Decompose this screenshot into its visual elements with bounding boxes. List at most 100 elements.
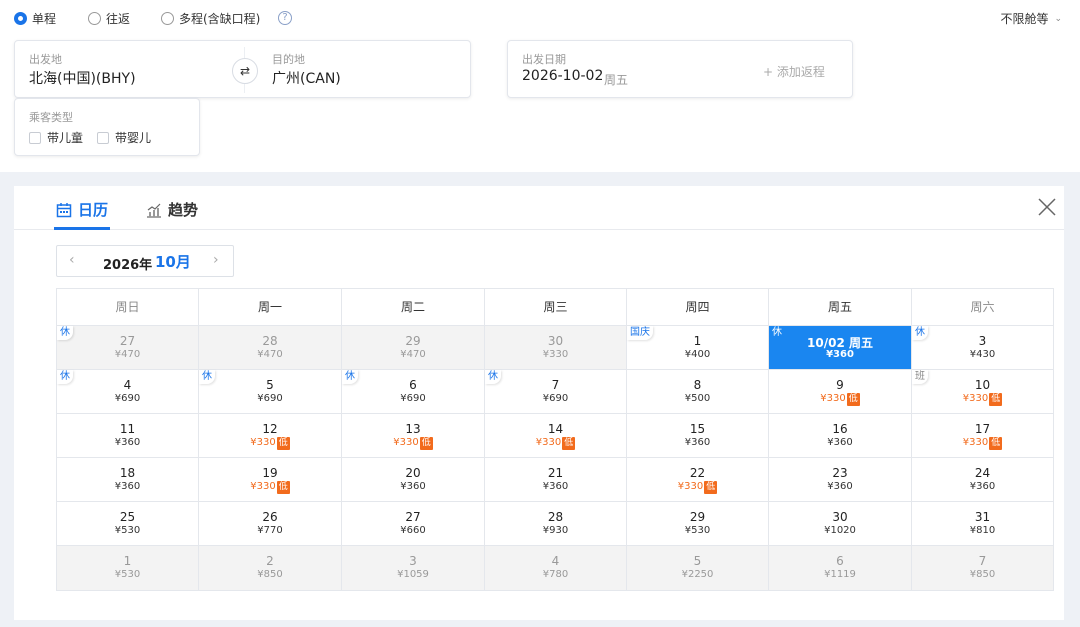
date-number: 30 (547, 334, 564, 348)
low-price-tag: 低 (846, 393, 860, 406)
date-cell[interactable]: 休 6 ¥690 (342, 370, 485, 414)
tab-trend-label: 趋势 (168, 201, 199, 219)
date-cell[interactable]: 休 3 ¥430 (912, 326, 1053, 370)
infant-checkbox[interactable]: 带婴儿 (97, 129, 151, 146)
chevron-left-icon[interactable]: ‹ (69, 252, 75, 268)
date-cell[interactable]: 30 ¥330 (485, 326, 627, 370)
date-cell[interactable]: 28 ¥470 (199, 326, 342, 370)
price-text: ¥2250 (681, 569, 714, 580)
price-text: ¥770 (257, 525, 283, 536)
date-price: ¥360 (57, 481, 198, 492)
radio-icon (88, 12, 101, 25)
date-cell[interactable]: 31 ¥810 (912, 502, 1053, 546)
date-cell[interactable]: 24 ¥360 (912, 458, 1053, 502)
weekday-header: 周一 (199, 289, 342, 326)
date-cell[interactable]: 14 ¥330 低 (485, 414, 627, 458)
close-icon[interactable] (1036, 196, 1058, 218)
low-price-tag: 低 (419, 437, 433, 450)
date-cell[interactable]: 27 ¥660 (342, 502, 485, 546)
trip-oneway-option[interactable]: 单程 (14, 10, 56, 27)
date-cell[interactable]: 25 ¥530 (57, 502, 199, 546)
date-cell[interactable]: 7 ¥850 (912, 546, 1053, 590)
date-cell[interactable]: 18 ¥360 (57, 458, 199, 502)
date-cell[interactable]: 15 ¥360 (627, 414, 769, 458)
trip-multicity-option[interactable]: 多程(含缺口程) (161, 10, 260, 27)
date-number: 10 (974, 378, 991, 392)
date-cell[interactable]: 8 ¥500 (627, 370, 769, 414)
date-number: 8 (693, 378, 702, 392)
calendar-icon (56, 202, 72, 217)
tab-bar: 日历 趋势 (14, 186, 1064, 230)
date-cell[interactable]: 1 ¥530 (57, 546, 199, 590)
price-text: ¥360 (400, 481, 426, 492)
price-text: ¥330 (393, 437, 419, 448)
date-number: 26 (262, 510, 278, 524)
date-cell[interactable]: 4 ¥780 (485, 546, 627, 590)
weekday-header: 周二 (342, 289, 485, 326)
date-cell[interactable]: 3 ¥1059 (342, 546, 485, 590)
date-cell[interactable]: 国庆 1 ¥400 (627, 326, 769, 370)
date-field[interactable]: 出发日期 2026-10-02 周五 + 添加返程 (507, 40, 853, 98)
price-text: ¥780 (542, 569, 569, 580)
price-text: ¥360 (114, 481, 141, 492)
low-price-tag: 低 (989, 393, 1003, 406)
date-cell[interactable]: 5 ¥2250 (627, 546, 769, 590)
date-cell[interactable]: 17 ¥330 低 (912, 414, 1053, 458)
date-cell[interactable]: 休 4 ¥690 (57, 370, 199, 414)
date-value: 2026-10-02 (522, 68, 604, 84)
tab-calendar[interactable]: 日历 (56, 199, 108, 220)
date-cell[interactable]: 班 10 ¥330 低 (912, 370, 1053, 414)
selected-date-cell[interactable]: 休 10/02 周五 ¥360 (769, 326, 912, 370)
date-cell[interactable]: 9 ¥330 低 (769, 370, 912, 414)
trip-roundtrip-label: 往返 (106, 12, 131, 26)
trip-roundtrip-option[interactable]: 往返 (88, 10, 130, 27)
child-checkbox[interactable]: 带儿童 (29, 129, 83, 146)
date-cell[interactable]: 21 ¥360 (485, 458, 627, 502)
date-cell[interactable]: 23 ¥360 (769, 458, 912, 502)
weekday-header: 周六 (912, 289, 1053, 326)
date-cell[interactable]: 6 ¥1119 (769, 546, 912, 590)
price-text: ¥360 (114, 437, 141, 448)
date-cell[interactable]: 12 ¥330 低 (199, 414, 342, 458)
date-cell[interactable]: 26 ¥770 (199, 502, 342, 546)
date-cell[interactable]: 28 ¥930 (485, 502, 627, 546)
month-year: 2026年 (103, 258, 153, 273)
price-text: ¥930 (542, 525, 569, 536)
date-price: ¥330 低 (912, 393, 1053, 406)
low-price-tag: 低 (276, 481, 290, 494)
cabin-select[interactable]: 不限舱等 ⌄ (1000, 10, 1062, 27)
date-cell[interactable]: 29 ¥530 (627, 502, 769, 546)
price-text: ¥330 (250, 481, 276, 492)
date-cell[interactable]: 20 ¥360 (342, 458, 485, 502)
from-input[interactable]: 北海(中国)(BHY) (29, 68, 136, 88)
chevron-right-icon[interactable]: › (213, 252, 219, 268)
low-price-tag: 低 (276, 437, 290, 450)
help-icon[interactable]: ? (278, 11, 292, 25)
to-input[interactable]: 广州(CAN) (272, 68, 341, 88)
date-cell[interactable]: 29 ¥470 (342, 326, 485, 370)
date-cell[interactable]: 休 27 ¥470 (57, 326, 199, 370)
swap-icon[interactable]: ⇄ (232, 58, 258, 84)
date-cell[interactable]: 休 5 ¥690 (199, 370, 342, 414)
price-text: ¥1119 (824, 569, 856, 580)
tab-trend[interactable]: 趋势 (146, 199, 198, 220)
date-number: 27 (405, 510, 421, 524)
price-text: ¥360 (969, 481, 996, 492)
add-return-button[interactable]: + 添加返程 (763, 63, 825, 80)
date-cell[interactable]: 16 ¥360 (769, 414, 912, 458)
date-cell[interactable]: 休 7 ¥690 (485, 370, 627, 414)
date-number: 29 (405, 334, 421, 348)
date-cell[interactable]: 22 ¥330 低 (627, 458, 769, 502)
date-price: ¥1059 (342, 569, 484, 580)
date-cell[interactable]: 13 ¥330 低 (342, 414, 485, 458)
price-text: ¥360 (826, 349, 854, 360)
price-text: ¥330 (535, 437, 562, 448)
date-cell[interactable]: 2 ¥850 (199, 546, 342, 590)
radio-icon (14, 12, 27, 25)
price-text: ¥530 (114, 525, 141, 536)
search-panel: 单程 往返 多程(含缺口程) ? 不限舱等 ⌄ 出发地 北海(中国)(BHY) … (0, 0, 1080, 172)
date-cell[interactable]: 19 ¥330 低 (199, 458, 342, 502)
date-cell[interactable]: 11 ¥360 (57, 414, 199, 458)
price-text: ¥330 (962, 437, 989, 448)
date-cell[interactable]: 30 ¥1020 (769, 502, 912, 546)
